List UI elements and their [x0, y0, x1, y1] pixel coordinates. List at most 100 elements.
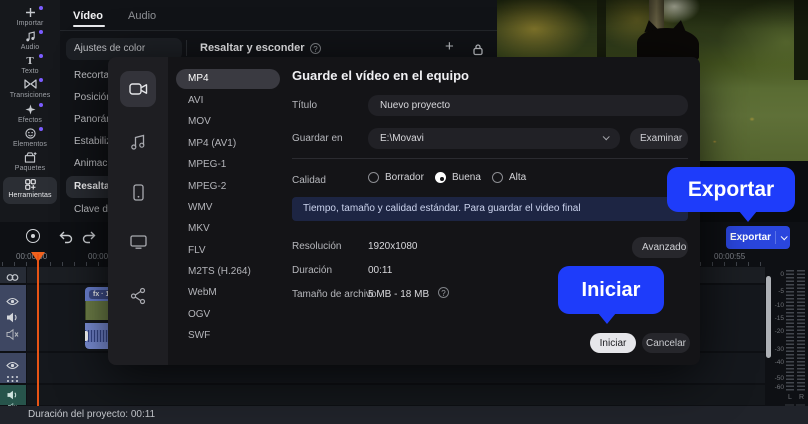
sidebar-item-text[interactable]: T Texto: [3, 54, 57, 79]
format-m2ts[interactable]: M2TS (H.264): [176, 262, 280, 282]
format-mp4[interactable]: MP4: [176, 69, 280, 89]
tv-icon: [129, 235, 147, 249]
format-swf[interactable]: SWF: [176, 326, 280, 346]
music-icon: [131, 134, 145, 150]
redo-button[interactable]: [82, 230, 96, 248]
tools-grid-icon: [3, 179, 57, 191]
ruler-label: 00:00: [88, 252, 109, 261]
quality-radio-high[interactable]: Alta: [492, 172, 526, 183]
format-avi[interactable]: AVI: [176, 91, 280, 111]
title-input[interactable]: [368, 95, 688, 116]
sidebar-item-import[interactable]: Importar: [3, 6, 57, 31]
format-list-fade: [170, 345, 290, 365]
filesize-label: Tamaño de archivo: [292, 289, 377, 300]
browse-button[interactable]: Examinar: [630, 128, 688, 149]
sidebar-item-tools[interactable]: Herramientas: [3, 177, 57, 204]
destination-tv[interactable]: [120, 224, 156, 260]
speaker-muted-icon[interactable]: [6, 327, 19, 345]
premium-dot: [39, 30, 43, 34]
app-window: Vídeo Audio Ajustes de color Recortar Po…: [0, 0, 808, 424]
format-mpeg2[interactable]: MPEG-2: [176, 177, 280, 197]
sidebar-item-packages[interactable]: Paquetes: [3, 152, 57, 176]
destination-computer[interactable]: [120, 71, 156, 107]
premium-dot: [39, 6, 43, 10]
destination-share[interactable]: [120, 278, 156, 314]
track-header-video[interactable]: [0, 285, 26, 351]
eye-icon[interactable]: [6, 293, 19, 311]
meter-db-label: -20: [774, 328, 784, 335]
package-icon: [3, 152, 57, 164]
format-mpeg1[interactable]: MPEG-1: [176, 155, 280, 175]
tab-video[interactable]: Vídeo: [73, 10, 103, 22]
start-export-button[interactable]: Iniciar: [590, 333, 636, 353]
sidebar-item-elements[interactable]: Elementos: [3, 127, 57, 152]
divider: [60, 30, 497, 31]
chevron-down-icon[interactable]: [776, 233, 790, 241]
track-header-overlay[interactable]: [0, 353, 26, 383]
add-icon[interactable]: +: [445, 38, 454, 55]
plus-icon: [3, 6, 57, 19]
tab-audio[interactable]: Audio: [128, 10, 156, 22]
audio-meter-right: [797, 270, 805, 392]
panel-title: Resaltar y esconder: [200, 42, 305, 54]
sidebar-item-transitions[interactable]: Transiciones: [3, 78, 57, 103]
radio-icon: [368, 172, 379, 183]
format-ogv[interactable]: OGV: [176, 305, 280, 325]
duration-value: 00:11: [368, 265, 393, 276]
format-mp4-av1[interactable]: MP4 (AV1): [176, 134, 280, 154]
format-wmv[interactable]: WMV: [176, 198, 280, 218]
format-flv[interactable]: FLV: [176, 241, 280, 261]
track-header-linked[interactable]: [0, 267, 26, 283]
active-tab-indicator: [73, 25, 105, 27]
status-bar: Duración del proyecto: 00:11: [0, 406, 808, 424]
meter-db-label: -40: [774, 359, 784, 366]
record-button[interactable]: [26, 229, 40, 243]
format-mov[interactable]: MOV: [176, 112, 280, 132]
clip-handle[interactable]: [85, 331, 88, 341]
undo-button[interactable]: [59, 230, 73, 248]
meter-channel-label: R: [799, 394, 805, 401]
meter-db-label: -10: [774, 302, 784, 309]
quality-info-banner: Tiempo, tamaño y calidad estándar. Para …: [292, 197, 688, 221]
sidebar-item-audio[interactable]: Audio: [3, 30, 57, 55]
quality-radio-draft[interactable]: Borrador: [368, 172, 424, 183]
meter-channel-label: L: [788, 394, 792, 401]
resolution-label: Resolución: [292, 241, 342, 252]
resolution-value: 1920x1080: [368, 241, 418, 252]
track-header-music[interactable]: [0, 385, 26, 412]
duration-label: Duración: [292, 265, 333, 276]
smiley-icon: [3, 127, 57, 140]
cancel-button[interactable]: Cancelar: [642, 333, 690, 353]
format-webm[interactable]: WebM: [176, 283, 280, 303]
advanced-button[interactable]: Avanzado: [632, 237, 688, 258]
sidebar-item-effects[interactable]: Efectos: [3, 103, 57, 128]
radio-icon: [492, 172, 503, 183]
save-location-select[interactable]: E:\Movavi: [368, 128, 620, 149]
quality-label: Calidad: [292, 175, 326, 186]
meter-db-label: -30: [774, 346, 784, 353]
meter-db-label: -60: [774, 384, 784, 391]
quality-radio-good[interactable]: Buena: [435, 172, 481, 183]
divider: [292, 158, 688, 159]
dialog-title: Guarde el vídeo en el equipo: [292, 68, 469, 83]
meter-db-label: 0: [780, 271, 784, 278]
export-button[interactable]: Exportar: [726, 226, 790, 249]
speaker-icon[interactable]: [6, 310, 19, 328]
divider: [186, 40, 187, 56]
ruler-ticks: [2, 262, 108, 266]
help-icon[interactable]: ?: [438, 287, 449, 298]
playhead-line[interactable]: [37, 254, 39, 406]
destination-audio[interactable]: [120, 124, 156, 160]
text-icon: T: [3, 54, 57, 67]
transitions-icon: [3, 78, 57, 91]
help-icon[interactable]: ?: [310, 43, 321, 54]
format-mkv[interactable]: MKV: [176, 219, 280, 239]
ruler-label: 00:00:55: [714, 252, 746, 261]
premium-dot: [39, 54, 43, 58]
dialog-destination-rail: [108, 57, 168, 365]
meter-db-label: -50: [774, 375, 784, 382]
share-icon: [130, 287, 146, 305]
destination-device[interactable]: [120, 174, 156, 210]
track-lane-music[interactable]: [27, 385, 765, 405]
meter-db-label: -15: [774, 315, 784, 322]
